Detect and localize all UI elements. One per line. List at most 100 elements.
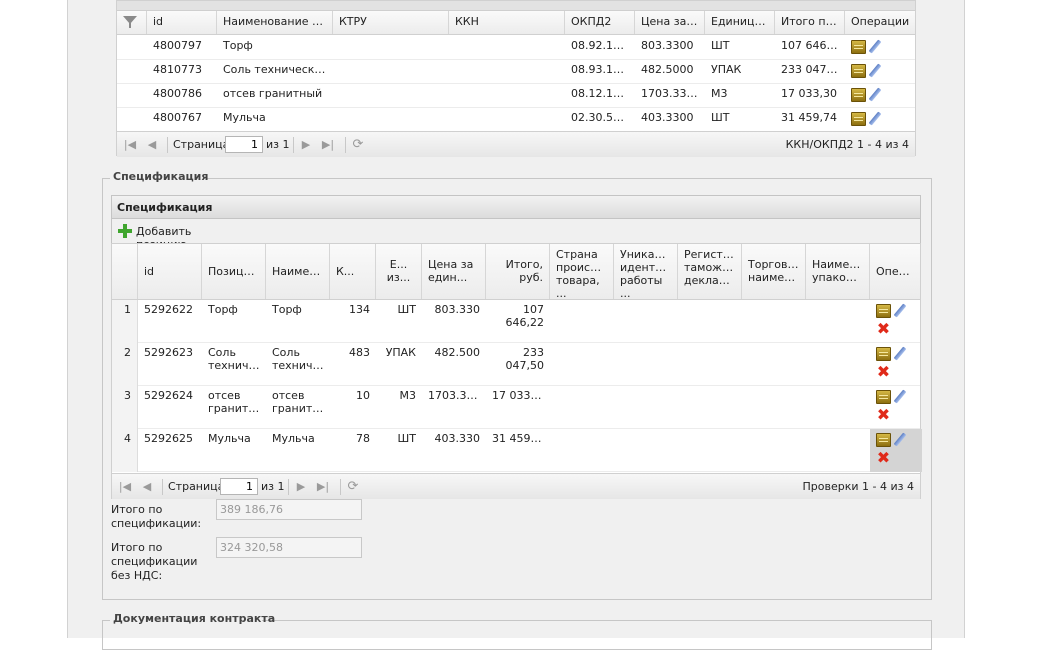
table-row[interactable]: 3 5292624 отсев гранитный отсев гранитны… [112, 386, 920, 429]
last-page-icon[interactable]: ▶| [321, 138, 335, 152]
row-total: 31 459,74 [781, 111, 837, 124]
view-icon[interactable] [851, 40, 866, 54]
spec-grid-header: id Позици... Наимен... К... Е... из... Ц… [112, 244, 922, 300]
spec-total-field[interactable] [216, 499, 362, 520]
next-page-icon[interactable]: ▶ [299, 138, 313, 152]
col-price[interactable]: Цена за ... [635, 11, 705, 34]
col-kkn[interactable]: ККН [449, 11, 565, 34]
row-price: 403.330 [434, 432, 481, 445]
edit-icon[interactable] [868, 40, 882, 54]
row-unit: ШТ [397, 303, 416, 316]
row-unit: ШТ [711, 39, 730, 52]
col-ops[interactable]: Опера... [870, 244, 922, 299]
refresh-icon[interactable]: ⟳ [351, 138, 365, 152]
col-unit[interactable]: Е... из... [376, 244, 422, 299]
first-page-icon[interactable]: |◀ [118, 480, 132, 494]
col-name[interactable]: Наимен... [266, 244, 330, 299]
filter-column[interactable] [117, 11, 147, 34]
view-icon[interactable] [851, 112, 866, 126]
add-position-button[interactable]: Добавить позицию [112, 219, 242, 251]
row-unit: М3 [399, 389, 417, 402]
delete-icon[interactable]: ✖ [876, 407, 891, 423]
edit-icon[interactable] [893, 390, 907, 404]
filter-icon[interactable] [123, 16, 137, 28]
table-row[interactable]: 4810773 Соль техническая 08.93.10.... 48… [117, 60, 915, 84]
row-total: 17 033,30 [781, 87, 837, 100]
row-ktru [333, 108, 449, 114]
row-unit: УПАК [711, 63, 742, 76]
spec-pager-toolbar: |◀ ◀ Страница из 1 ▶ ▶| ⟳ Проверки 1 - 4… [112, 473, 920, 499]
col-country[interactable]: Страна происхо... товара, ... [550, 244, 614, 299]
col-position[interactable]: Позици... [202, 244, 266, 299]
row-kkn [449, 36, 565, 42]
refresh-icon[interactable]: ⟳ [346, 480, 360, 494]
row-total: 107 646,22 [781, 39, 844, 52]
table-row[interactable]: 1 5292622 Торф Торф 134 ШТ 803.330 107 6… [112, 300, 920, 343]
table-row[interactable]: 4800797 Торф 08.92.10.... 803.3300 ШТ 10… [117, 36, 915, 60]
col-okpd[interactable]: ОКПД2 [565, 11, 635, 34]
table-row[interactable]: 2 5292623 Соль техниче... Соль техниче..… [112, 343, 920, 386]
last-page-icon[interactable]: ▶| [316, 480, 330, 494]
page-input[interactable] [225, 136, 263, 153]
row-name: Соль техниче... [272, 346, 330, 372]
page-of-label: из 1 [266, 138, 290, 151]
col-customs-declaration[interactable]: Регистр... таможе... деклара... [678, 244, 742, 299]
view-icon[interactable] [876, 433, 891, 447]
edit-icon[interactable] [893, 433, 907, 447]
delete-icon[interactable]: ✖ [876, 450, 891, 466]
col-price[interactable]: Цена за един... [422, 244, 486, 299]
col-ops[interactable]: Операции [845, 11, 917, 34]
edit-icon[interactable] [868, 64, 882, 78]
col-name[interactable]: Наименование по... [217, 11, 333, 34]
view-icon[interactable] [876, 347, 891, 361]
view-icon[interactable] [876, 390, 891, 404]
row-number: 2 [112, 343, 138, 386]
col-total[interactable]: Итого по ... [775, 11, 845, 34]
row-total: 107 646,22 [505, 303, 545, 329]
row-position: отсев гранитный [208, 389, 266, 415]
row-unit: М3 [711, 87, 728, 100]
row-id: 4800797 [153, 39, 202, 52]
page-input[interactable] [220, 478, 258, 495]
view-icon[interactable] [851, 64, 866, 78]
col-id[interactable]: id [138, 244, 202, 299]
table-row[interactable]: 4800786 отсев гранитный 08.12.12.... 170… [117, 84, 915, 108]
col-id[interactable]: id [147, 11, 217, 34]
edit-icon[interactable] [893, 347, 907, 361]
view-icon[interactable] [851, 88, 866, 102]
view-icon[interactable] [876, 304, 891, 318]
next-page-icon[interactable]: ▶ [294, 480, 308, 494]
spec-add-toolbar: Добавить позицию [111, 219, 921, 251]
row-kkn [449, 108, 565, 114]
col-total[interactable]: Итого, руб. [486, 244, 550, 299]
col-package-name[interactable]: Наимен... упаковки [806, 244, 870, 299]
first-page-icon[interactable]: |◀ [123, 138, 137, 152]
prev-page-icon[interactable]: ◀ [140, 480, 154, 494]
delete-icon[interactable]: ✖ [876, 321, 891, 337]
row-unit: ШТ [711, 111, 730, 124]
row-okpd: 08.12.12.... [571, 87, 634, 100]
col-ktru[interactable]: КТРУ [333, 11, 449, 34]
row-name: Мульча [272, 432, 315, 445]
row-ktru [333, 36, 449, 42]
edit-icon[interactable] [868, 112, 882, 126]
col-trade-name[interactable]: Торговое наимен... [742, 244, 806, 299]
row-kkn [449, 84, 565, 90]
row-position: Торф [208, 303, 238, 316]
row-total: 233 047,50 [505, 346, 545, 372]
page-label: Страница [168, 480, 225, 493]
col-qty[interactable]: К... [330, 244, 376, 299]
delete-icon[interactable]: ✖ [876, 364, 891, 380]
col-unique-id[interactable]: Уникаль... иденти... работы ... [614, 244, 678, 299]
edit-icon[interactable] [893, 304, 907, 318]
kkn-okpd-grid: id Наименование по... КТРУ ККН ОКПД2 Цен… [116, 0, 917, 157]
edit-icon[interactable] [868, 88, 882, 102]
row-ktru [333, 60, 449, 66]
table-row[interactable]: 4800767 Мульча 02.30.50.... 403.3300 ШТ … [117, 108, 915, 132]
row-name: отсев гранитный [223, 87, 323, 100]
table-row[interactable]: 4 5292625 Мульча Мульча 78 ШТ 403.330 31… [112, 429, 922, 472]
spec-total-novat-field[interactable] [216, 537, 362, 558]
prev-page-icon[interactable]: ◀ [145, 138, 159, 152]
col-unit[interactable]: Единица ... [705, 11, 775, 34]
row-okpd: 08.92.10.... [571, 39, 634, 52]
